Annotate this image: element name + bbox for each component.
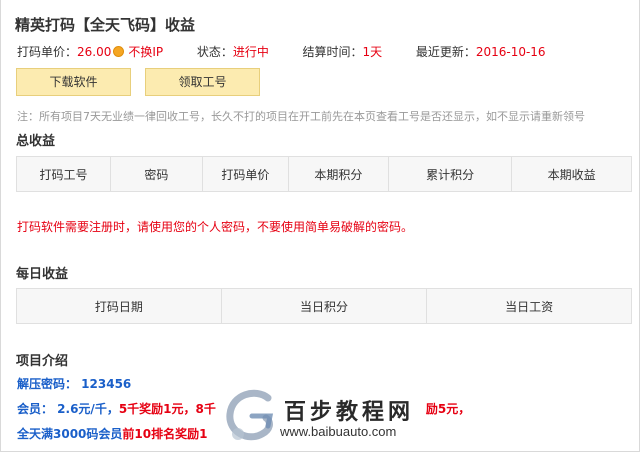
price-label: 打码单价： [17, 45, 78, 59]
column-header: 当日工资 [426, 288, 632, 324]
notice-text: 注：所有项目7天无业绩一律回收工号，长久不打的项目在开工前先在本页查看工号是否还… [17, 110, 585, 123]
get-worker-id-button[interactable]: 领取工号 [145, 68, 260, 96]
table-header-row: 打码日期 当日积分 当日工资 [16, 288, 632, 324]
member-rate-text: 会员： 2.6元/千， [17, 402, 119, 416]
unzip-password-line: 解压密码： 123456 [17, 377, 132, 391]
site-watermark: 百步教程网 www.baibuauto.com [222, 388, 640, 448]
column-header: 累计积分 [387, 156, 513, 192]
project-intro-title: 项目介绍 [16, 354, 69, 369]
project-info-bar: 打码单价：26.00 不换IP 状态：进行中 结算时间：1天 最近更新：2016-… [17, 43, 546, 60]
download-software-button[interactable]: 下载软件 [16, 68, 131, 96]
password-warning: 打码软件需要注册时，请使用您的个人密码，不要使用简单易破解的密码。 [17, 220, 414, 234]
update-label: 最近更新： [415, 45, 476, 59]
page-title: 精英打码【全天飞码】收益 [15, 16, 196, 34]
update-value: 2016-10-16 [475, 45, 546, 59]
watermark-url: www.baibuauto.com [280, 424, 397, 439]
column-header: 本期收益 [511, 156, 632, 192]
column-header: 密码 [109, 156, 203, 192]
reward-text-1: 5千奖励1元， [118, 402, 196, 416]
column-header: 当日积分 [220, 288, 428, 324]
column-header: 打码工号 [16, 156, 111, 192]
ranking-text: 全天满3000码会员 [17, 427, 123, 441]
price-value: 26.00 [77, 45, 112, 59]
ranking-reward-line: 全天满3000码会员前10排名奖励1 [17, 425, 207, 442]
daily-earnings-title: 每日收益 [16, 267, 69, 282]
column-header: 本期积分 [287, 156, 389, 192]
settle-label: 结算时间： [302, 45, 363, 59]
total-earnings-table: 打码工号 密码 打码单价 本期积分 累计积分 本期收益 [16, 156, 632, 192]
watermark-logo-icon [222, 388, 282, 446]
column-header: 打码日期 [16, 288, 222, 324]
coin-icon [113, 46, 125, 57]
column-header: 打码单价 [201, 156, 289, 192]
watermark-site-name: 百步教程网 [284, 399, 415, 425]
ranking-reward-text: 前10排名奖励1 [122, 427, 208, 441]
status-value: 进行中 [232, 45, 269, 59]
daily-earnings-table: 打码日期 当日积分 当日工资 [16, 288, 632, 324]
table-header-row: 打码工号 密码 打码单价 本期积分 累计积分 本期收益 [16, 156, 632, 192]
settle-value: 1天 [362, 45, 383, 59]
ip-note: 不换IP [128, 45, 164, 59]
reward-text-2: 8千 [195, 402, 216, 416]
status-label: 状态： [196, 45, 233, 59]
total-earnings-title: 总收益 [16, 134, 56, 149]
